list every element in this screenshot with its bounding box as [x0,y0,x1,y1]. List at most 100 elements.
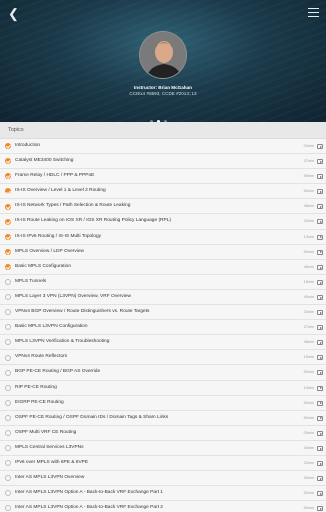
topic-duration: 40min [303,294,314,299]
incomplete-circle-icon [5,279,11,286]
topic-row[interactable]: Basic MPLS L3VPN Configuration 37min [0,320,326,336]
topic-row[interactable]: MPLS Tunnels 18min [0,274,326,290]
incomplete-circle-icon [5,429,11,436]
play-video-icon[interactable] [316,445,323,451]
play-video-icon[interactable] [316,234,323,240]
topic-duration: 60min [303,506,314,511]
incomplete-circle-icon [5,369,11,376]
hamburger-menu-icon[interactable] [308,8,319,18]
topic-title: IPv6 over MPLS with 6PE & 6VPE [15,459,89,465]
topic-duration: 45min [303,445,314,450]
topic-duration: 04min [303,144,314,148]
completed-check-icon [5,263,11,270]
play-video-icon[interactable] [316,144,323,149]
topic-row[interactable]: Frame Relay / HDLC / PPP & PPPoE 59min [0,169,326,185]
topic-row[interactable]: Introduction 04min [0,139,326,155]
topic-title: OSPF PE-CE Routing / OSPF Domain IDs / D… [15,414,169,420]
play-video-icon[interactable] [316,340,323,346]
play-video-icon[interactable] [316,279,323,285]
topic-row[interactable]: IS-IS Route Leaking on IOS XR / IOS XR R… [0,214,326,230]
topic-row[interactable]: MPLS L3VPN Verification & Troubleshootin… [0,335,326,351]
topic-row[interactable]: RIP PE-CE Routing 10min [0,380,326,396]
play-video-icon[interactable] [316,355,323,361]
topic-row[interactable]: EIGRP PE-CE Routing 50min [0,395,326,411]
instructor-credentials: CCIEx4 #8593, CCDE #2013::13 [129,90,197,96]
incomplete-circle-icon [5,414,11,421]
topic-row[interactable]: IS-IS Network Types / Path Selection & R… [0,199,326,215]
topic-title: MPLS Tunnels [15,278,47,284]
play-video-icon[interactable] [316,476,323,482]
topic-row[interactable]: BGP PE-CE Routing / BGP AS Override 50min [0,365,326,381]
play-video-icon[interactable] [316,400,323,406]
topic-row[interactable]: IPv6 over MPLS with 6PE & 6VPE 32min [0,455,326,472]
incomplete-circle-icon [5,294,11,301]
play-video-icon[interactable] [316,249,323,255]
play-video-icon[interactable] [316,204,323,210]
completed-check-icon [5,203,11,210]
topic-title: EIGRP PE-CE Routing [15,399,64,405]
completed-check-icon [5,173,11,180]
play-video-icon[interactable] [316,491,323,497]
topic-row[interactable]: Inter AS MPLS L3VPN Option A - Back-to-B… [0,486,326,502]
topic-row[interactable]: VPNv4 BGP Overview / Route Distinguisher… [0,305,326,321]
incomplete-circle-icon [5,445,11,452]
topic-title: MPLS L3VPN Verification & Troubleshootin… [15,339,110,345]
play-video-icon[interactable] [316,189,323,195]
topic-duration: 59min [303,174,314,179]
completed-check-icon [5,143,11,150]
incomplete-circle-icon [5,384,11,391]
play-video-icon[interactable] [316,219,323,225]
play-video-icon[interactable] [316,460,323,466]
completed-check-icon [5,218,11,225]
topic-title: VPNv4 BGP Overview / Route Distinguisher… [15,309,150,315]
topic-duration: 50min [303,400,314,405]
topic-row[interactable]: IS-IS Overview / Level 1 & Level 2 Routi… [0,184,326,200]
topic-row[interactable]: Basic MPLS Configuration 45min [0,259,326,275]
incomplete-circle-icon [5,490,11,497]
topic-title: RIP PE-CE Routing [15,384,57,390]
topic-title: MPLS Central Services L3VPNs [15,444,84,450]
completed-check-icon [5,248,11,255]
play-video-icon[interactable] [316,310,323,316]
topic-title: Basic MPLS L3VPN Configuration [15,324,88,330]
play-video-icon[interactable] [316,385,323,391]
incomplete-circle-icon [5,399,11,406]
play-video-icon[interactable] [316,325,323,331]
topic-row[interactable]: OSPF PE-CE Routing / OSPF Domain IDs / D… [0,410,326,426]
topic-duration: 15min [303,355,314,360]
play-video-icon[interactable] [316,415,323,421]
play-video-icon[interactable] [316,174,323,180]
topic-row[interactable]: MPLS Central Services L3VPNs 45min [0,440,326,456]
topic-title: VPNv4 Route Reflectors [15,354,67,360]
play-video-icon[interactable] [316,370,323,376]
play-video-icon[interactable] [316,506,323,512]
topic-row[interactable]: MPLS Layer 3 VPN (L3VPN) Overview, VRF O… [0,289,326,306]
topic-row[interactable]: MPLS Overview / LDP Overview 60min [0,244,326,260]
play-video-icon[interactable] [316,264,323,270]
topic-duration: 37min [303,325,314,330]
topic-title: Frame Relay / HDLC / PPP & PPPoE [15,173,95,179]
topic-title: MPLS Overview / LDP Overview [15,248,84,254]
topic-duration: 23min [303,310,314,315]
topic-duration: 10min [303,385,314,390]
topic-duration: 45min [303,264,314,269]
topic-title: IS-IS Network Types / Path Selection & R… [15,203,131,209]
topic-title: IS-IS Route Leaking on IOS XR / IOS XR R… [15,218,171,224]
completed-check-icon [5,158,11,165]
topic-duration: 60min [303,249,314,254]
topic-row[interactable]: OSPF Multi VRF CE Routing 05min [0,425,326,441]
topic-row[interactable]: Inter AS MPLS L3VPN Option A - Back-to-B… [0,501,326,512]
back-arrow-icon[interactable]: ❮ [8,7,20,20]
topic-row[interactable]: Inter AS MPLS L3VPN Overview 30min [0,471,326,487]
topic-row[interactable]: VPNv4 Route Reflectors 15min [0,350,326,366]
play-video-icon[interactable] [316,294,323,300]
carousel-dots[interactable] [150,110,171,122]
play-video-icon[interactable] [316,430,323,436]
topic-row[interactable]: Catalyst ME3400 Switching 37min [0,154,326,170]
topic-row[interactable]: IS-IS IPv6 Routing / IS-IS Multi Topolog… [0,229,326,245]
incomplete-circle-icon [5,339,11,346]
completed-check-icon [5,233,11,240]
completed-check-icon [5,188,11,195]
topic-title: BGP PE-CE Routing / BGP AS Override [15,369,101,375]
play-video-icon[interactable] [316,159,323,165]
